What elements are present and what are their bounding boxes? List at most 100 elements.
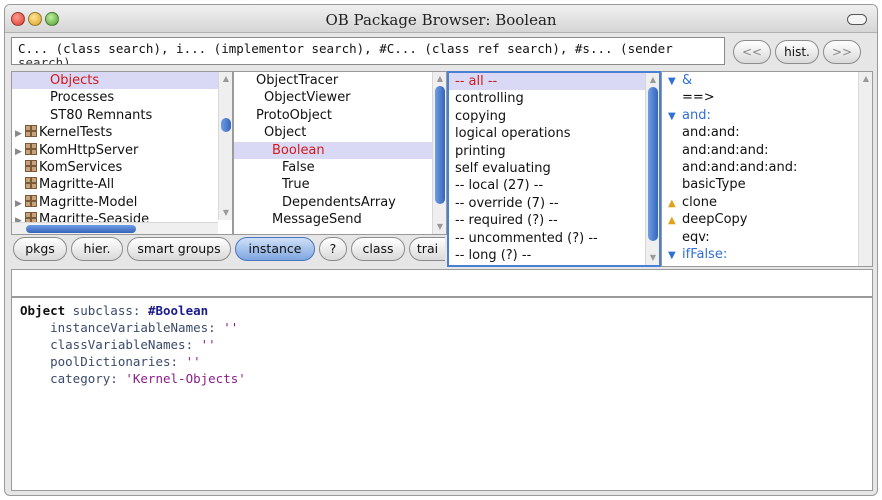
scroll-down-arrow-icon[interactable]: ▼: [435, 222, 445, 232]
list-item[interactable]: ▲ deepCopy: [662, 211, 872, 228]
list-item-label: printing: [455, 143, 506, 159]
list-item[interactable]: -- all --: [449, 73, 659, 91]
annotation-pane[interactable]: [11, 269, 873, 297]
list-item-label: and:and:and:and:: [682, 159, 798, 175]
pkgs-button[interactable]: pkgs: [13, 237, 67, 261]
list-item[interactable]: False: [234, 159, 446, 176]
list-item[interactable]: Magritte-All: [12, 176, 232, 193]
list-item[interactable]: Processes: [12, 89, 232, 106]
scroll-thumb[interactable]: [221, 118, 231, 132]
list-item[interactable]: -- override (7) --: [449, 195, 659, 212]
list-item-label: ifFalse:: [682, 246, 728, 262]
protocol-list[interactable]: -- all -- controlling copying logical op…: [447, 71, 661, 267]
list-item[interactable]: self evaluating: [449, 160, 659, 177]
list-item[interactable]: MessageSend: [234, 211, 446, 228]
code-selector: classVariableNames:: [20, 337, 201, 352]
class-hierarchy-list[interactable]: ObjectTracer ObjectViewer ProtoObject Ob…: [233, 71, 447, 235]
list-item[interactable]: Object: [234, 124, 446, 141]
list-item[interactable]: basicType: [662, 176, 872, 193]
instance-button[interactable]: instance: [235, 237, 315, 261]
scroll-down-arrow-icon[interactable]: ▼: [221, 208, 231, 218]
code-string: '': [223, 320, 239, 335]
list-item-label: MessageSend: [272, 212, 362, 228]
list-item[interactable]: printing: [449, 143, 659, 160]
list-item[interactable]: ▼ ifFalse:: [662, 246, 872, 263]
toolbar-toggle-button[interactable]: [847, 14, 867, 25]
list-item[interactable]: and:and:and:: [662, 142, 872, 159]
list-item[interactable]: KomServices: [12, 159, 232, 176]
scroll-up-arrow-icon[interactable]: ▲: [221, 74, 231, 84]
list-item[interactable]: ==>: [662, 89, 872, 106]
class-side-button[interactable]: class: [351, 237, 405, 261]
hierarchy-button[interactable]: hier.: [71, 237, 123, 261]
list-item[interactable]: DependentsArray: [234, 194, 446, 211]
list-item-label: self evaluating: [455, 160, 551, 176]
list-item-label: -- override (7) --: [455, 195, 559, 211]
list-item[interactable]: Boolean: [234, 141, 446, 159]
override-down-icon: ▼: [668, 110, 676, 122]
package-horizontal-scrollbar[interactable]: [12, 222, 218, 234]
list-item[interactable]: ▶ Magritte-Model: [12, 194, 232, 211]
scroll-thumb[interactable]: [435, 86, 445, 204]
list-item[interactable]: -- local (27) --: [449, 177, 659, 194]
smart-groups-button[interactable]: smart groups: [127, 237, 231, 261]
list-item[interactable]: ▼ &: [662, 72, 872, 89]
help-button[interactable]: ?: [319, 237, 347, 261]
method-vertical-scrollbar[interactable]: ▲: [858, 72, 872, 266]
browser-button-row: pkgs hier. smart groups instance ? class…: [13, 237, 449, 263]
list-item[interactable]: logical operations: [449, 125, 659, 142]
forward-button[interactable]: >>: [823, 40, 861, 64]
back-button[interactable]: <<: [733, 40, 771, 64]
scroll-thumb[interactable]: [648, 87, 658, 241]
code-selector: category:: [20, 371, 126, 386]
list-item-label: -- required (?) --: [455, 213, 558, 229]
list-item[interactable]: copying: [449, 108, 659, 125]
scroll-up-arrow-icon[interactable]: ▲: [435, 74, 445, 84]
horizontal-scroll-thumb[interactable]: [26, 225, 136, 233]
list-item[interactable]: and:and:and:and:: [662, 159, 872, 176]
package-list[interactable]: Objects Processes ST80 Remnants ▶ KernelT…: [11, 71, 233, 235]
scroll-down-arrow-icon[interactable]: ▼: [648, 253, 658, 263]
list-item-label: Processes: [50, 90, 115, 106]
list-item-label: Objects: [50, 73, 100, 88]
list-item[interactable]: eqv:: [662, 229, 872, 246]
list-item-label: -- uncommented (?) --: [455, 230, 598, 246]
list-item[interactable]: ▶ KernelTests: [12, 124, 232, 141]
list-item-label: True: [282, 177, 310, 193]
list-item[interactable]: ▶ KomHttpServer: [12, 142, 232, 159]
code-editor[interactable]: Object subclass: #Boolean instanceVariab…: [11, 297, 873, 491]
list-item[interactable]: -- required (?) --: [449, 212, 659, 229]
list-item[interactable]: Objects: [12, 72, 232, 90]
history-button[interactable]: hist.: [775, 40, 819, 64]
list-item[interactable]: controlling: [449, 90, 659, 107]
search-input-wrap-text: search): [18, 55, 71, 65]
list-item[interactable]: -- long (?) --: [449, 247, 659, 264]
list-item[interactable]: -- uncommented (?) --: [449, 230, 659, 247]
list-item-label: -- long (?) --: [455, 247, 532, 263]
traits-button[interactable]: trai: [409, 237, 445, 261]
code-selector: subclass:: [65, 303, 148, 318]
list-item-label: ObjectTracer: [256, 73, 339, 88]
list-item[interactable]: ProtoObject: [234, 107, 446, 124]
list-item-label: KomHttpServer: [39, 142, 139, 158]
override-down-icon: ▼: [668, 249, 676, 261]
code-symbol: #Boolean: [147, 303, 209, 318]
list-item[interactable]: ▲ clone: [662, 194, 872, 211]
scroll-up-arrow-icon[interactable]: ▲: [861, 74, 871, 84]
method-list[interactable]: ▼ & ==> ▼ and: and:and: and:and:and: and:a…: [661, 71, 873, 267]
list-item[interactable]: and:and:: [662, 124, 872, 141]
list-item[interactable]: ST80 Remnants: [12, 107, 232, 124]
list-item[interactable]: True: [234, 176, 446, 193]
protocol-vertical-scrollbar[interactable]: ▲ ▼: [645, 73, 659, 265]
list-item[interactable]: ObjectViewer: [234, 89, 446, 106]
package-vertical-scrollbar[interactable]: ▲ ▼: [218, 72, 232, 220]
list-item[interactable]: ▼ and:: [662, 107, 872, 124]
list-item-label: ==>: [682, 90, 715, 106]
scroll-up-arrow-icon[interactable]: ▲: [648, 75, 658, 85]
list-item[interactable]: ObjectTracer: [234, 72, 446, 89]
code-string: '': [200, 337, 216, 352]
search-input[interactable]: C... (class search), i... (implementor s…: [11, 37, 725, 65]
window-title: OB Package Browser: Boolean: [325, 11, 557, 29]
list-item-label: copying: [455, 108, 507, 124]
class-vertical-scrollbar[interactable]: ▲ ▼: [432, 72, 446, 234]
